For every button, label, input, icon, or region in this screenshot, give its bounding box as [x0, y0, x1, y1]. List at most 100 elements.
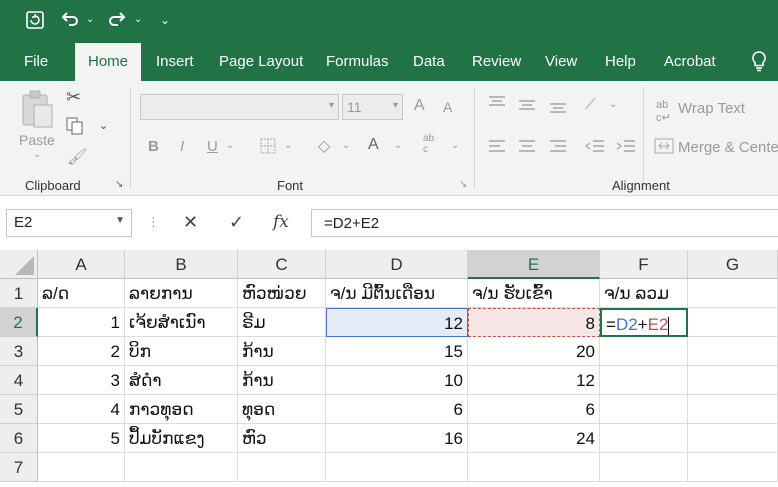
cell-b7[interactable] [125, 453, 238, 482]
cell-a4[interactable]: 3 [38, 366, 125, 395]
tab-page-layout[interactable]: Page Layout [219, 53, 303, 70]
tab-data[interactable]: Data [413, 53, 445, 70]
cell-a6[interactable]: 5 [38, 424, 125, 453]
row-header-4[interactable]: 4 [0, 366, 38, 395]
italic-button[interactable]: I [180, 138, 184, 155]
cell-e5[interactable]: 6 [468, 395, 600, 424]
wrap-text-icon[interactable]: ab c↵ [656, 99, 671, 124]
column-header-g[interactable]: G [688, 250, 778, 279]
cell-c5[interactable]: ທຸອດ [238, 395, 326, 424]
decrease-indent-icon[interactable] [584, 139, 605, 156]
tab-insert[interactable]: Insert [156, 53, 194, 70]
enter-icon[interactable]: ✓ [229, 212, 244, 233]
fill-color-icon[interactable]: ◇ [318, 136, 330, 156]
redo-dropdown-icon[interactable]: ⌄ [134, 14, 142, 25]
cell-b2[interactable]: ເຈ້ຍສຳເນົາ [125, 308, 238, 337]
cell-c1[interactable]: ຫົວໜ່ວຍ [238, 279, 326, 308]
cell-d3[interactable]: 15 [326, 337, 468, 366]
cell-d5[interactable]: 6 [326, 395, 468, 424]
align-left-icon[interactable] [488, 139, 506, 156]
underline-button[interactable]: U [207, 138, 218, 155]
cell-d2[interactable]: 12 [326, 308, 468, 337]
clipboard-launcher-icon[interactable]: ↘ [115, 179, 123, 190]
tab-home[interactable]: Home [75, 43, 141, 81]
row-header-7[interactable]: 7 [0, 453, 38, 482]
cell-a5[interactable]: 4 [38, 395, 125, 424]
tab-acrobat[interactable]: Acrobat [664, 53, 716, 70]
align-bottom-icon[interactable] [549, 100, 567, 117]
align-top-icon[interactable] [488, 96, 506, 113]
row-header-6[interactable]: 6 [0, 424, 38, 453]
orientation-dropdown-icon[interactable]: ⌄ [609, 99, 617, 110]
align-middle-icon[interactable] [518, 98, 536, 115]
column-header-f[interactable]: F [600, 250, 688, 279]
cell-c2[interactable]: ຣີມ [238, 308, 326, 337]
row-header-5[interactable]: 5 [0, 395, 38, 424]
cell-g1[interactable] [688, 279, 778, 308]
cell-e7[interactable] [468, 453, 600, 482]
cell-c4[interactable]: ກ້ານ [238, 366, 326, 395]
column-header-c[interactable]: C [238, 250, 326, 279]
cell-g7[interactable] [688, 453, 778, 482]
redo-icon[interactable] [107, 9, 127, 34]
cell-g3[interactable] [688, 337, 778, 366]
cell-g6[interactable] [688, 424, 778, 453]
cell-e1[interactable]: ຈ/ນ ຮັບເຂົ້າ [468, 279, 600, 308]
cell-a7[interactable] [38, 453, 125, 482]
format-painter-icon[interactable]: 🖌 [67, 147, 87, 167]
borders-icon[interactable] [260, 138, 276, 157]
column-header-e[interactable]: E [468, 250, 600, 279]
insert-function-button[interactable]: fx [273, 212, 289, 232]
customize-icon[interactable]: ⌄ [160, 13, 170, 27]
shrink-font-icon[interactable]: A [443, 99, 452, 115]
cell-a2[interactable]: 1 [38, 308, 125, 337]
wrap-text-button[interactable]: Wrap Text [678, 100, 745, 117]
cell-d6[interactable]: 16 [326, 424, 468, 453]
undo-icon[interactable] [60, 9, 80, 34]
font-color-dropdown-icon[interactable]: ⌄ [394, 140, 402, 151]
merge-icon[interactable] [654, 138, 674, 157]
cell-d7[interactable] [326, 453, 468, 482]
cell-b1[interactable]: ລາຍການ [125, 279, 238, 308]
cancel-icon[interactable]: ✕ [183, 212, 198, 233]
cell-f4[interactable] [600, 366, 688, 395]
cell-a3[interactable]: 2 [38, 337, 125, 366]
merge-center-button[interactable]: Merge & Cente [678, 139, 778, 156]
tab-help[interactable]: Help [605, 53, 636, 70]
increase-indent-icon[interactable] [616, 139, 636, 156]
font-name-combo[interactable]: ▾ [140, 94, 339, 120]
cell-d4[interactable]: 10 [326, 366, 468, 395]
cell-g2[interactable] [688, 308, 778, 337]
paste-label[interactable]: Paste [19, 132, 55, 148]
autosave-icon[interactable] [24, 9, 46, 36]
font-size-combo[interactable]: 11 ▾ [342, 94, 403, 120]
grow-font-icon[interactable]: A [414, 97, 425, 115]
cell-f2-editing[interactable]: =D2+E2 [600, 308, 688, 337]
paste-icon[interactable] [20, 89, 54, 132]
tab-file[interactable]: File [24, 53, 48, 70]
select-all-button[interactable] [0, 250, 38, 279]
cell-e3[interactable]: 20 [468, 337, 600, 366]
cell-b4[interactable]: ສໍດຳ [125, 366, 238, 395]
cell-c7[interactable] [238, 453, 326, 482]
fill-dropdown-icon[interactable]: ⌄ [342, 140, 350, 151]
tab-view[interactable]: View [545, 53, 577, 70]
tab-formulas[interactable]: Formulas [326, 53, 389, 70]
copy-icon[interactable] [66, 117, 84, 138]
tab-review[interactable]: Review [472, 53, 521, 70]
row-header-1[interactable]: 1 [0, 279, 38, 308]
align-right-icon[interactable] [549, 139, 567, 156]
cell-f3[interactable] [600, 337, 688, 366]
column-header-d[interactable]: D [326, 250, 468, 279]
cell-e6[interactable]: 24 [468, 424, 600, 453]
cell-c6[interactable]: ຫົວ [238, 424, 326, 453]
underline-dropdown-icon[interactable]: ⌄ [226, 140, 234, 151]
cell-e2[interactable]: 8 [468, 308, 600, 337]
copy-dropdown-icon[interactable]: ⌄ [99, 119, 108, 132]
formula-input[interactable]: =D2+E2 [311, 209, 778, 237]
orientation-icon[interactable]: ⟋ [585, 96, 596, 113]
phonetic-dropdown-icon[interactable]: ⌄ [451, 140, 459, 151]
paste-dropdown-icon[interactable]: ⌄ [33, 149, 41, 160]
column-header-a[interactable]: A [38, 250, 125, 279]
cell-f1[interactable]: ຈ/ນ ລວມ [600, 279, 688, 308]
